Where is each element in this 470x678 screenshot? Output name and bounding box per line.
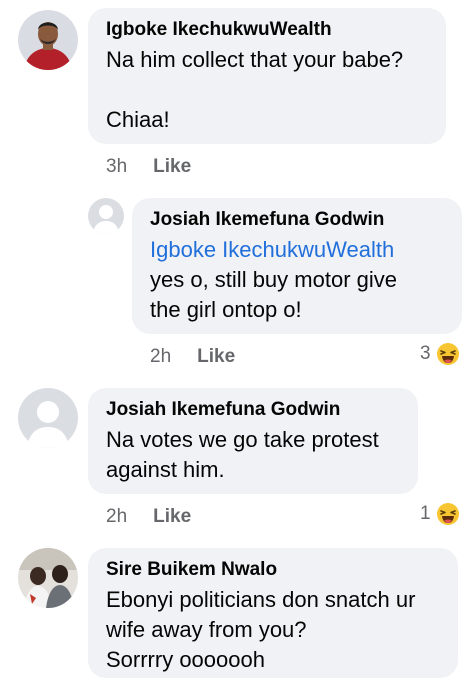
like-button[interactable]: Like — [197, 346, 235, 367]
avatar[interactable] — [18, 548, 78, 608]
avatar[interactable] — [18, 10, 78, 70]
comment-text: Ebonyi politicians don snatch ur wife aw… — [106, 587, 416, 672]
comment-bubble: Josiah Ikemefuna Godwin Na votes we go t… — [88, 388, 418, 494]
like-button[interactable]: Like — [153, 506, 191, 527]
laughing-emoji-icon — [436, 343, 459, 365]
comment-bubble: Igboke IkechukwuWealth Na him collect th… — [88, 8, 446, 144]
comment-bubble: Sire Buikem Nwalo Ebonyi politicians don… — [88, 548, 458, 678]
comment-time[interactable]: 2h — [106, 506, 127, 527]
avatar[interactable] — [18, 388, 78, 448]
comment-author[interactable]: Josiah Ikemefuna Godwin — [106, 399, 340, 421]
comment-time[interactable]: 2h — [150, 346, 171, 367]
laughing-emoji-icon — [436, 503, 459, 525]
comment-text: yes o, still buy motor give the girl ont… — [150, 267, 397, 322]
reaction-count: 1 — [420, 503, 431, 524]
comment-meta: 3h Like — [106, 156, 191, 178]
reaction-summary[interactable]: 1 — [420, 502, 460, 526]
comment-bubble: Josiah Ikemefuna Godwin Igboke Ikechukwu… — [132, 198, 462, 334]
comment-author[interactable]: Josiah Ikemefuna Godwin — [150, 209, 384, 231]
mention-link[interactable]: Igboke IkechukwuWealth — [150, 235, 394, 265]
avatar[interactable] — [88, 198, 124, 234]
comment-meta: 2h Like — [150, 346, 235, 368]
comment-author[interactable]: Igboke IkechukwuWealth — [106, 19, 332, 41]
comment-time[interactable]: 3h — [106, 156, 127, 177]
like-button[interactable]: Like — [153, 156, 191, 177]
reaction-count: 3 — [420, 343, 431, 364]
comment-text: Na votes we go take protest against him. — [106, 427, 379, 482]
comment-author[interactable]: Sire Buikem Nwalo — [106, 559, 277, 581]
comment-meta: 2h Like — [106, 506, 191, 528]
reaction-summary[interactable]: 3 — [420, 342, 460, 366]
comment-text: Na him collect that your babe? Chiaa! — [106, 47, 404, 132]
